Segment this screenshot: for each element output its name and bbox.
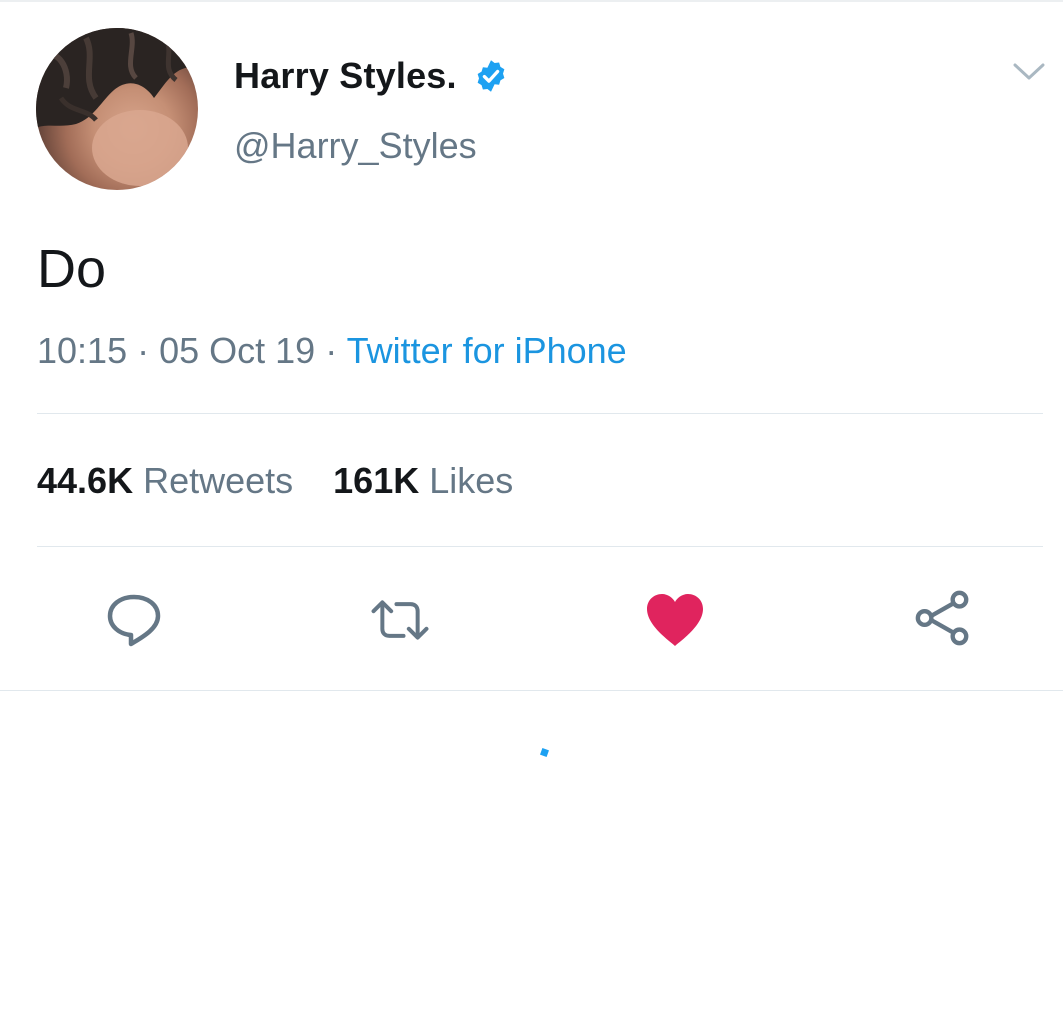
reply-button[interactable]: [104, 590, 164, 650]
top-border: [0, 0, 1063, 2]
tweet-stats: 44.6K Retweets 161K Likes: [37, 460, 513, 502]
retweets-count: 44.6K: [37, 460, 144, 501]
retweet-button[interactable]: [370, 590, 430, 650]
divider: [37, 413, 1043, 414]
verified-badge-icon: [473, 58, 509, 94]
likes-stat[interactable]: 161K Likes: [333, 460, 513, 502]
meta-separator: ·: [325, 330, 347, 371]
loading-spinner-icon: [540, 748, 549, 757]
tweet-meta: 10:15 · 05 Oct 19 · Twitter for iPhone: [37, 330, 627, 372]
author-handle[interactable]: @Harry_Styles: [234, 125, 477, 167]
tweet-time: 10:15: [37, 330, 128, 371]
likes-count: 161K: [333, 460, 430, 501]
likes-label: Likes: [429, 460, 514, 501]
divider: [37, 546, 1043, 547]
divider: [0, 690, 1063, 691]
author-avatar[interactable]: [36, 28, 198, 190]
author-name-row: Harry Styles.: [234, 54, 509, 98]
tweet-text: Do: [37, 239, 107, 299]
share-button[interactable]: [913, 588, 973, 648]
reply-icon: [107, 594, 161, 647]
share-icon: [915, 590, 969, 646]
retweets-stat[interactable]: 44.6K Retweets: [37, 460, 293, 502]
retweets-label: Retweets: [143, 460, 294, 501]
heart-icon: [647, 594, 703, 646]
chevron-down-icon[interactable]: [1012, 60, 1046, 84]
retweet-icon: [371, 600, 429, 640]
like-button[interactable]: [645, 590, 705, 650]
author-display-name[interactable]: Harry Styles.: [234, 55, 457, 97]
tweet-date: 05 Oct 19: [159, 330, 316, 371]
meta-separator: ·: [137, 330, 160, 371]
tweet-source-link[interactable]: Twitter for iPhone: [347, 330, 627, 371]
